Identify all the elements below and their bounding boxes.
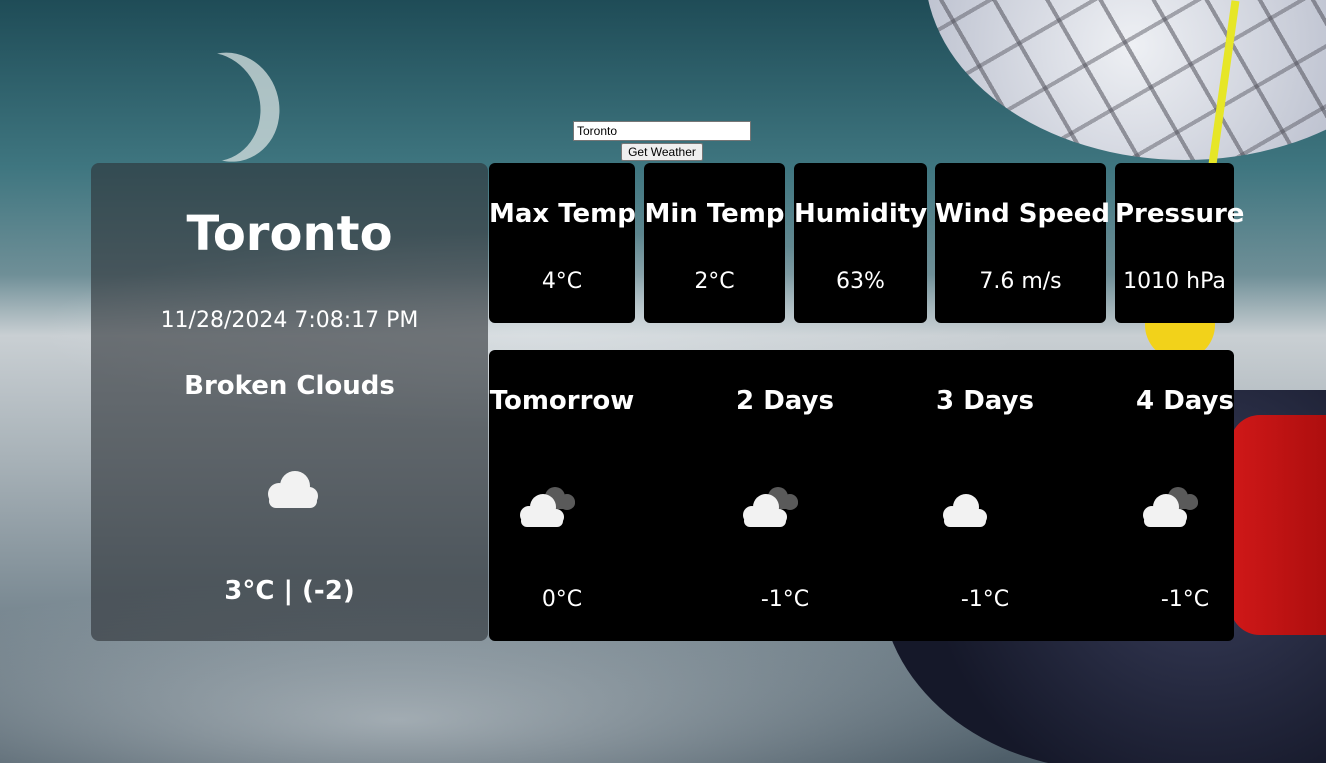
stat-humidity: Humidity 63% xyxy=(794,163,927,323)
forecast-temp: -1°C xyxy=(960,587,1010,612)
weather-description: Broken Clouds xyxy=(184,371,395,401)
cloud-icon xyxy=(251,458,331,518)
forecast-day: 3 Days -1°C xyxy=(895,350,1075,641)
forecast-panel: Tomorrow 0°C 2 Days -1°C 3 Days -1°C 4 D… xyxy=(489,350,1234,641)
stat-value: 7.6 m/s xyxy=(979,269,1062,294)
current-weather-card: Toronto 11/28/2024 7:08:17 PM Broken Clo… xyxy=(91,163,488,641)
forecast-day-label: 3 Days xyxy=(936,386,1034,416)
forecast-day: Tomorrow 0°C xyxy=(472,350,652,641)
forecast-temp: -1°C xyxy=(760,587,810,612)
forecast-day: 4 Days -1°C xyxy=(1095,350,1275,641)
stat-value: 2°C xyxy=(694,269,735,294)
stat-label: Wind Speed xyxy=(935,199,1110,229)
broken-clouds-icon xyxy=(507,475,587,535)
stat-label: Pressure xyxy=(1115,199,1245,229)
moon xyxy=(145,39,274,175)
current-datetime: 11/28/2024 7:08:17 PM xyxy=(160,308,419,333)
get-weather-button[interactable]: Get Weather xyxy=(621,143,703,161)
search-form: Get Weather xyxy=(573,121,751,161)
forecast-day-label: Tomorrow xyxy=(489,386,635,416)
stat-value: 1010 hPa xyxy=(1123,269,1226,294)
stat-label: Min Temp xyxy=(644,199,785,229)
stat-value: 4°C xyxy=(541,269,583,294)
stat-value: 63% xyxy=(836,269,885,294)
forecast-temp: 0°C xyxy=(541,587,583,612)
stat-max-temp: Max Temp 4°C xyxy=(489,163,636,323)
forecast-day-label: 2 Days xyxy=(736,386,834,416)
city-input[interactable] xyxy=(573,121,751,141)
current-temperature: 3°C | (-2) xyxy=(224,576,355,606)
stat-label: Humidity xyxy=(794,199,928,229)
broken-clouds-icon xyxy=(730,475,810,535)
stat-wind-speed: Wind Speed 7.6 m/s xyxy=(935,163,1110,323)
forecast-day: 2 Days -1°C xyxy=(695,350,875,641)
forecast-temp: -1°C xyxy=(1160,587,1210,612)
city-name: Toronto xyxy=(186,206,393,262)
stat-label: Max Temp xyxy=(489,199,636,229)
stat-min-temp: Min Temp 2°C xyxy=(644,163,785,323)
forecast-day-label: 4 Days xyxy=(1136,386,1234,416)
stat-pressure: Pressure 1010 hPa xyxy=(1115,163,1245,323)
airship-balloon xyxy=(925,0,1326,160)
cloud-icon xyxy=(930,475,1010,535)
broken-clouds-icon xyxy=(1130,475,1210,535)
